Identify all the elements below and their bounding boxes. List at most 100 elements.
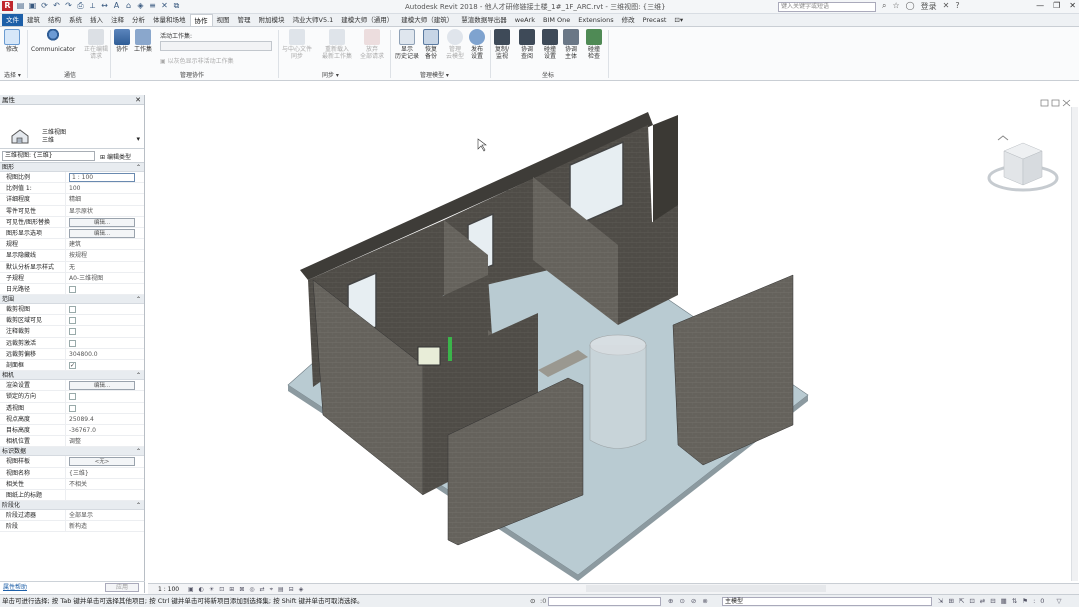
selection-filter-icons[interactable]: ⇲⊞⇱⊡⇄⊟▦⇅⚑:0 ▽ [938,595,1066,607]
prop-edit-button[interactable]: 编辑... [69,228,135,238]
prop-value[interactable]: 304800.0 [69,351,98,358]
prop-checkbox[interactable] [69,285,76,293]
prop-edit-button[interactable]: 编辑... [69,217,135,227]
save-icon[interactable]: ▣ [28,1,37,11]
tab-5[interactable]: 注释 [107,14,128,26]
tab-15[interactable]: 慧渲数据导出器 [457,14,511,26]
user-icon[interactable]: ◯ [906,1,915,12]
tab-10[interactable]: 管理 [234,14,255,26]
text-icon[interactable]: A [112,1,121,11]
worksets-button[interactable]: 工作集 [134,29,152,53]
collapse-icon[interactable]: ⌃ [136,163,141,172]
tab-8[interactable]: 协作 [189,14,213,26]
prop-value[interactable]: 全部显示 [69,512,93,519]
exchange-icon[interactable]: ✕ [943,1,950,12]
reload-latest-button[interactable]: 重新载入 最新工作集 [322,29,352,60]
prop-section-header[interactable]: 图形 ⌃ [0,163,144,172]
manage-cloud-button[interactable]: 管理 云模型 [446,29,464,60]
prop-checkbox[interactable] [69,393,76,401]
gray-inactive-worksets-toggle[interactable]: ▣ 以灰色显示非活动工作集 [160,56,234,65]
prop-value[interactable]: 精细 [69,196,81,203]
chevron-down-icon[interactable]: ▾ [136,135,140,143]
minimize-view-icon[interactable] [1040,99,1049,107]
tab-9[interactable]: 视图 [213,14,234,26]
workset-status-dropdown[interactable] [548,597,661,606]
small-window[interactable] [417,346,441,366]
prop-checkbox[interactable] [69,328,76,336]
close-icon[interactable]: ✕ [135,95,141,105]
thin-lines-icon[interactable]: ≡ [148,1,157,11]
coord-review-button[interactable]: 协调 查阅 [519,29,535,60]
horizontal-scrollbar[interactable] [586,585,826,592]
prop-value[interactable]: 100 [69,185,80,192]
sync-central-button[interactable]: 与中心文件 同步 [282,29,312,60]
prop-edit-button[interactable]: 编辑... [69,381,135,391]
3d-view-icon[interactable]: ⌂ [124,1,133,11]
viewcube[interactable] [987,135,1059,192]
close-view-icon[interactable] [1062,99,1071,107]
communicator-button[interactable]: Communicator [31,29,75,53]
dimension-icon[interactable]: ↔ [100,1,109,11]
editing-requests-button[interactable]: 正在编辑 请求 [84,29,108,60]
tab-16[interactable]: weArk [511,14,539,26]
prop-edit-button[interactable]: <无> [69,457,135,467]
status-icons[interactable]: ⊕⊙⊘⊗ [668,595,714,607]
collapse-icon[interactable]: ⌃ [136,371,141,380]
restore-icon[interactable]: ❐ [1053,1,1060,10]
section-icon[interactable]: ◈ [136,1,145,11]
active-workset-dropdown[interactable] [160,41,272,51]
collaborate-button[interactable]: 协作 [114,29,130,53]
instance-selector-dropdown[interactable]: 三维视图: {三维} [2,151,95,161]
relinquish-all-button[interactable]: 放弃 全部请求 [360,29,384,60]
tab-18[interactable]: Extensions [574,14,617,26]
prop-checkbox[interactable] [69,360,76,370]
close-views-icon[interactable]: ✕ [160,1,169,11]
tab-2[interactable]: 结构 [44,14,65,26]
tab-1[interactable]: 建筑 [23,14,44,26]
prop-section-header[interactable]: 阶段化 ⌃ [0,501,144,511]
worksharing-icon[interactable]: ⊙ [530,595,535,607]
measure-icon[interactable]: ⟂ [88,1,97,11]
tab-4[interactable]: 插入 [86,14,107,26]
prop-value[interactable]: 调整 [69,438,81,445]
prop-value[interactable]: A0-三维视图 [69,275,103,282]
print-icon[interactable]: ⎙ [76,1,85,11]
select-panel-label[interactable]: 选择 ▾ [4,70,21,79]
subscription-icon[interactable]: ☆ [892,1,899,12]
sync-panel-label[interactable]: 同步 ▾ [322,70,339,79]
prop-section-header[interactable]: 范围 ⌃ [0,295,144,305]
tab-6[interactable]: 分析 [128,14,149,26]
tab-0[interactable]: 文件 [2,14,23,26]
maximize-view-icon[interactable] [1051,99,1060,107]
tab-3[interactable]: 系统 [65,14,86,26]
prop-value[interactable]: 建筑 [69,241,81,248]
copy-monitor-button[interactable]: 复制/ 监视 [494,29,510,60]
home-icon[interactable] [997,135,1009,141]
redo-icon[interactable]: ↷ [64,1,73,11]
modify-button[interactable]: 修改 [4,29,20,53]
interference-button[interactable]: 碰撞 检查 [586,29,602,60]
prop-checkbox[interactable] [69,339,76,347]
green-element[interactable] [448,337,452,361]
close-icon[interactable]: ✕ [1069,1,1076,10]
manage-models-panel-label[interactable]: 管理模型 ▾ [420,70,449,79]
prop-value[interactable]: -36767.0 [69,427,96,434]
model-3d-view[interactable] [148,95,1077,583]
restore-backup-button[interactable]: 恢复 备份 [423,29,439,60]
glass-enclosure[interactable] [589,345,647,449]
design-option-dropdown[interactable]: 主模型 [722,597,932,606]
sync-icon[interactable]: ⟳ [40,1,49,11]
search-input[interactable]: 键入关键字或短语 [778,2,876,12]
prop-input[interactable]: 1 : 100 [69,173,135,182]
properties-help-link[interactable]: 属性帮助 [3,584,27,591]
help-icon[interactable]: ? [955,1,959,12]
prop-value[interactable]: 显示原状 [69,208,93,215]
apply-button[interactable]: 应用 [105,583,139,592]
collapse-icon[interactable]: ⌃ [136,501,141,510]
publish-settings-button[interactable]: 发布 设置 [469,29,485,60]
tab-20[interactable]: Precast [639,14,671,26]
coord-model-button[interactable]: 协调 主体 [563,29,579,60]
tab-13[interactable]: 建模大师（通用） [337,14,397,26]
search-icon[interactable]: ⌕ [882,1,886,12]
minimize-icon[interactable]: — [1036,1,1044,10]
